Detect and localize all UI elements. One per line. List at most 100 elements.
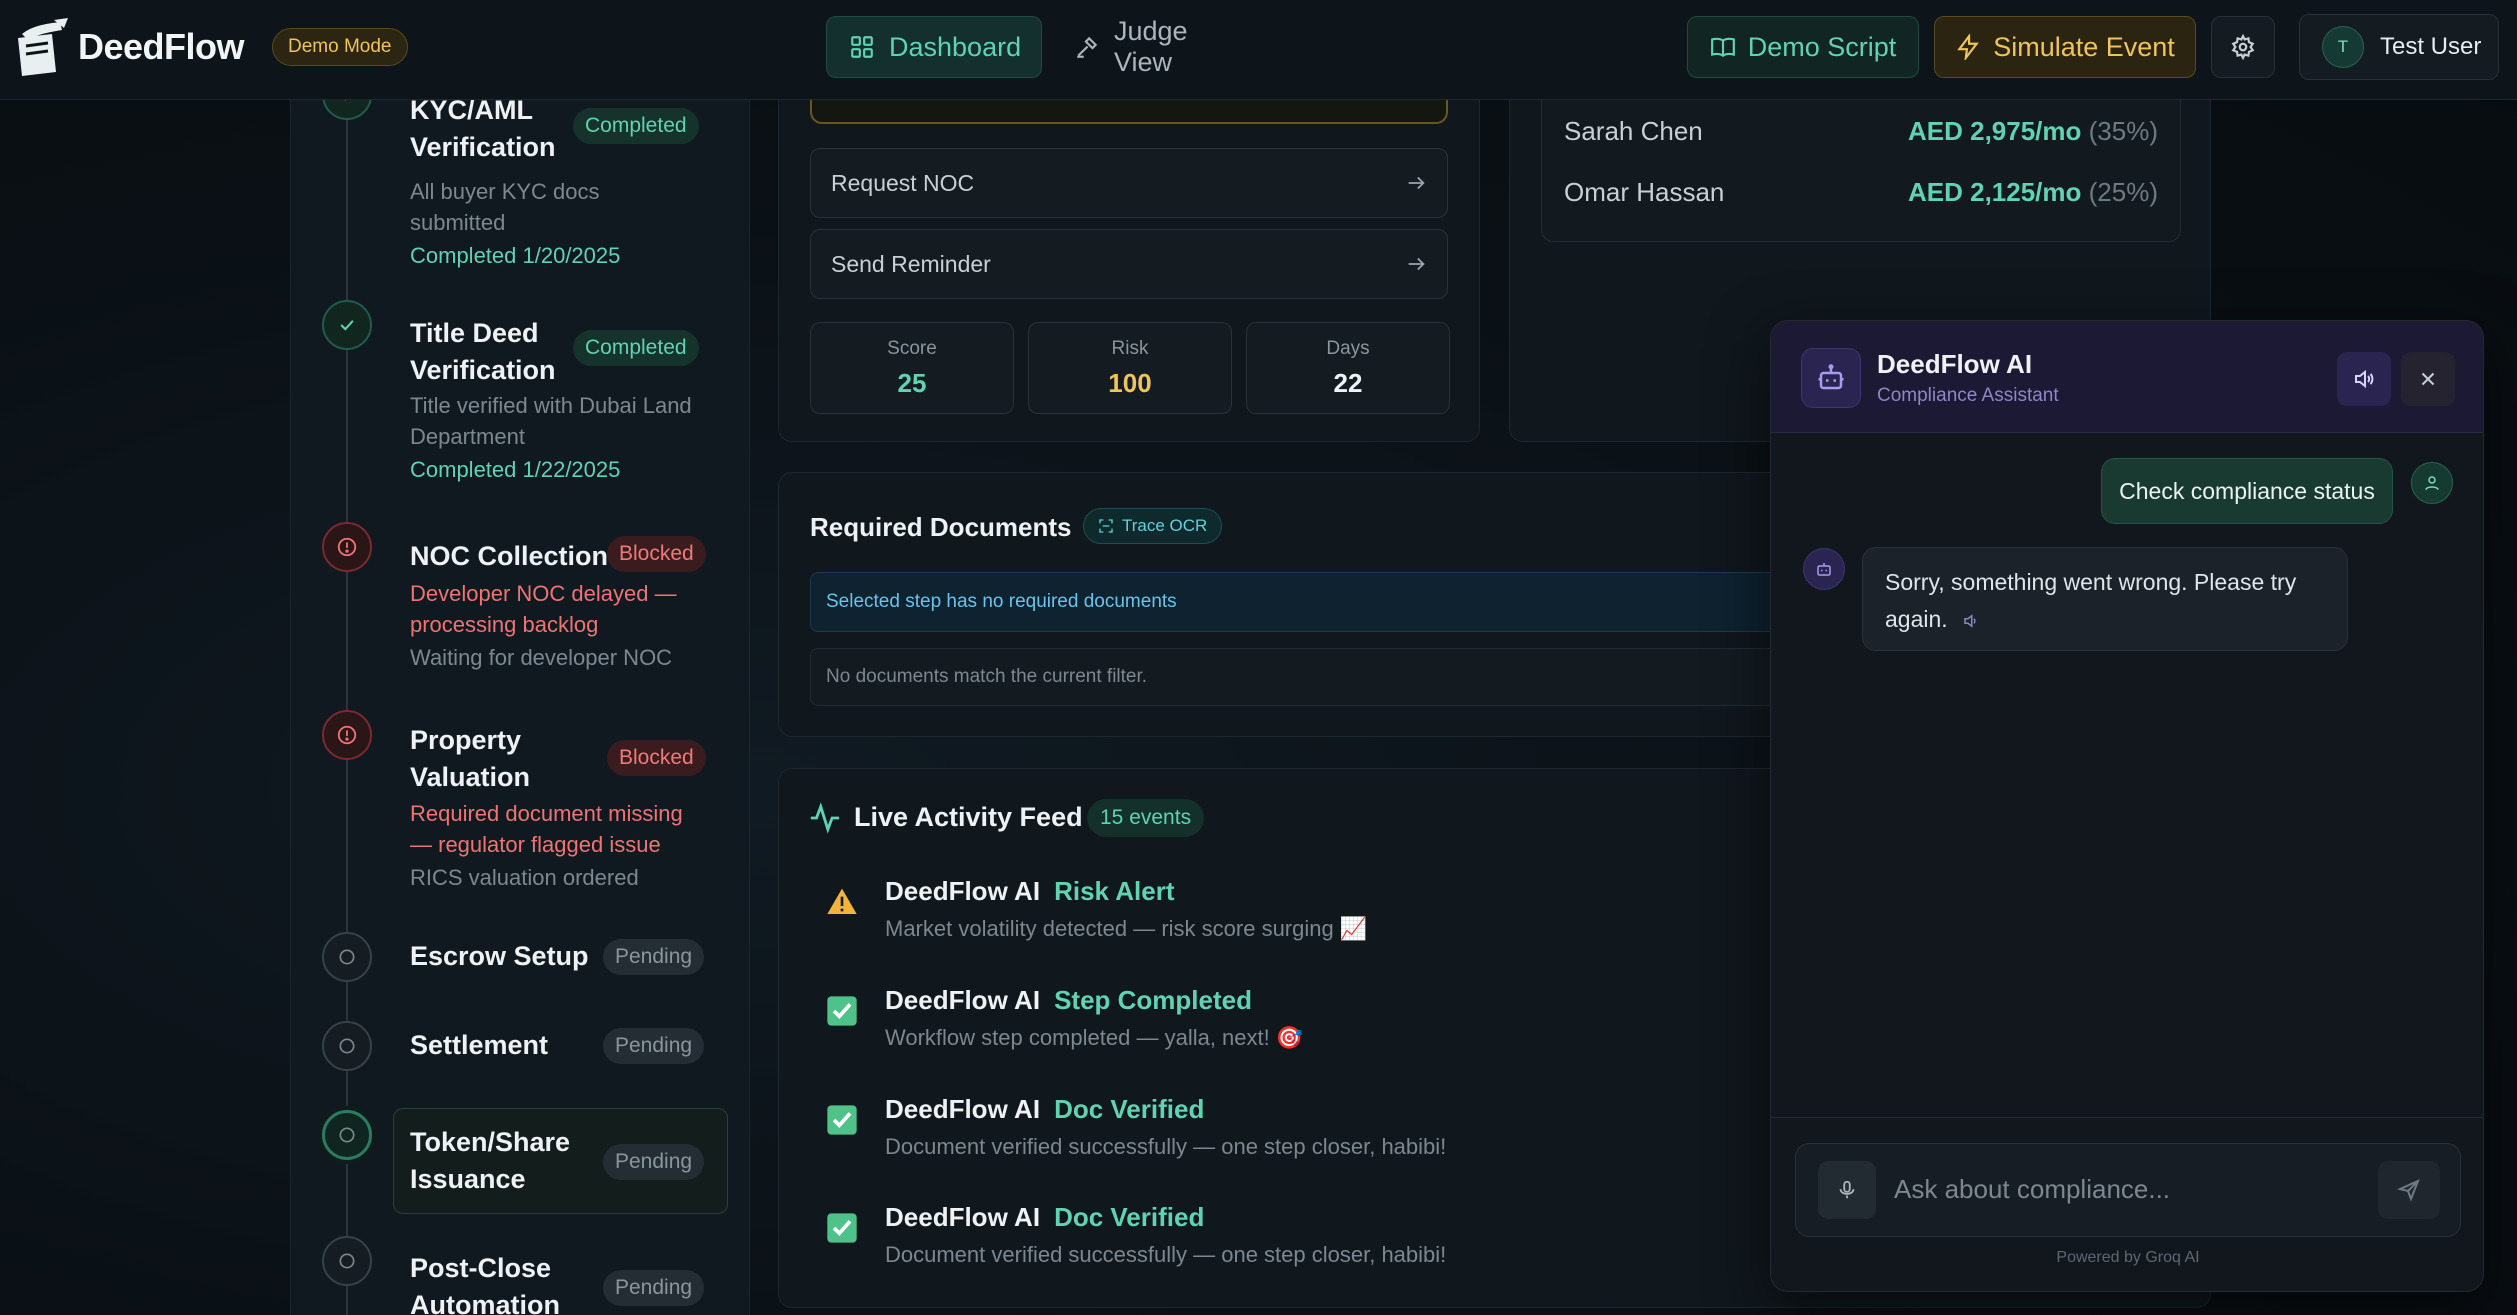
send-reminder-button[interactable]: Send Reminder [810, 229, 1448, 299]
status-badge: Completed [573, 108, 699, 144]
stat-risk: Risk 100 [1028, 322, 1232, 414]
arrow-right-icon [1405, 172, 1427, 194]
chat-input-bar: Ask about compliance... [1795, 1143, 2461, 1237]
stat-label: Days [1326, 338, 1370, 359]
holder-name: Sarah Chen [1564, 116, 1703, 146]
holder-row: Omar Hassan AED 2,125/mo (25%) [1564, 177, 2158, 208]
gavel-icon [1074, 34, 1100, 60]
lightning-icon [1955, 34, 1981, 60]
status-badge: Pending [603, 939, 705, 975]
chat-input[interactable]: Ask about compliance... [1894, 1174, 2170, 1205]
pending-circle-icon [322, 1110, 372, 1160]
event-description: Workflow step completed — yalla, next! 🎯 [885, 1025, 1304, 1050]
event-heading: DeedFlow AI Doc Verified [885, 1202, 1205, 1232]
event-count-badge: 15 events [1087, 799, 1205, 837]
step-completed-date: Completed 1/22/2025 [410, 457, 621, 482]
simulate-event-button[interactable]: Simulate Event [1934, 16, 2196, 78]
request-noc-button[interactable]: Request NOC [810, 148, 1448, 218]
trace-ocr-label: Trace OCR [1122, 516, 1208, 535]
step-alert: Required document missing — regulator fl… [410, 801, 683, 857]
send-icon [2397, 1178, 2421, 1202]
user-avatar-icon [2411, 462, 2453, 504]
demo-script-button[interactable]: Demo Script [1687, 16, 1919, 78]
step-title: Settlement [410, 1030, 549, 1060]
close-chat-button[interactable] [2401, 352, 2455, 406]
step-alert: Developer NOC delayed — processing backl… [410, 581, 677, 637]
bot-message-bubble: Sorry, something went wrong. Please try … [1862, 547, 2348, 651]
simulate-event-label: Simulate Event [1993, 31, 2175, 62]
nav-judge-view-tab[interactable]: Judge View [1052, 16, 1262, 78]
alert-circle-icon [322, 710, 372, 760]
nav-dashboard-label: Dashboard [889, 31, 1022, 62]
settings-button[interactable] [2211, 16, 2275, 78]
speaker-icon [2352, 367, 2376, 391]
deedflow-logo-icon[interactable] [8, 16, 72, 80]
demo-mode-badge: Demo Mode [272, 28, 408, 66]
user-message-bubble: Check compliance status [2101, 458, 2393, 524]
send-button[interactable] [2378, 1161, 2440, 1219]
workflow-timeline: KYC/AML Verification Completed All buyer… [290, 70, 750, 1315]
grid-icon [849, 34, 875, 60]
event-description: Document verified successfully — one ste… [885, 1242, 1447, 1267]
chat-subtitle: Compliance Assistant [1877, 385, 2059, 406]
step-title: Post-Close Automation [410, 1253, 560, 1315]
holder-name: Omar Hassan [1564, 177, 1725, 207]
gear-icon [2230, 34, 2256, 60]
check-icon [322, 300, 372, 350]
request-noc-label: Request NOC [831, 169, 975, 196]
status-badge: Pending [603, 1270, 705, 1306]
nav-dashboard-tab[interactable]: Dashboard [826, 16, 1042, 78]
ai-chat-panel: DeedFlow AI Compliance Assistant Check c… [1770, 320, 2484, 1292]
pending-circle-icon [322, 1236, 372, 1286]
alert-circle-icon [322, 522, 372, 572]
brand-name: DeedFlow [78, 26, 245, 67]
close-icon [2417, 368, 2439, 390]
check-icon [826, 1104, 858, 1136]
avatar: T [2322, 26, 2364, 68]
top-bar: DeedFlow Demo Mode Dashboard Judge View … [0, 0, 2517, 100]
chat-title: DeedFlow AI [1877, 349, 2033, 379]
user-menu[interactable]: T Test User [2299, 14, 2499, 80]
microphone-button[interactable] [1818, 1161, 1876, 1219]
warning-icon [826, 886, 858, 918]
step-completed-date: Completed 1/20/2025 [410, 243, 621, 268]
holder-payout: AED 2,975/mo (35%) [1908, 116, 2158, 146]
holder-row: Sarah Chen AED 2,975/mo (35%) [1564, 116, 2158, 147]
step-title: Property Valuation [410, 725, 531, 792]
speaker-icon[interactable] [1962, 612, 1980, 630]
bot-message-text: Sorry, something went wrong. Please try … [1885, 569, 2297, 632]
section-title: Required Documents [810, 512, 1072, 542]
stat-days: Days 22 [1246, 322, 1450, 414]
check-icon [826, 1212, 858, 1244]
step-note: Title verified with Dubai Land Departmen… [410, 393, 692, 449]
pending-circle-icon [322, 932, 372, 982]
step-title: KYC/AML Verification [410, 95, 556, 162]
microphone-icon [1836, 1179, 1858, 1201]
step-note: All buyer KYC docs submitted [410, 179, 600, 235]
event-heading: DeedFlow AI Doc Verified [885, 1094, 1205, 1124]
step-note: Waiting for developer NOC [410, 645, 673, 670]
status-badge: Pending [603, 1028, 705, 1064]
activity-pulse-icon [808, 801, 842, 835]
voice-toggle-button[interactable] [2337, 352, 2391, 406]
chat-header: DeedFlow AI Compliance Assistant [1771, 321, 2483, 433]
section-title: Live Activity Feed [854, 802, 1083, 832]
step-title: Escrow Setup [410, 941, 589, 971]
user-name: Test User [2380, 33, 2482, 60]
status-badge: Completed [573, 330, 699, 366]
trace-ocr-button[interactable]: Trace OCR [1083, 508, 1223, 544]
pending-circle-icon [322, 1021, 372, 1071]
bot-avatar-icon [1803, 548, 1845, 590]
send-reminder-label: Send Reminder [831, 250, 991, 277]
event-heading: DeedFlow AI Risk Alert [885, 876, 1175, 906]
event-description: Document verified successfully — one ste… [885, 1134, 1447, 1159]
stat-value: 22 [1333, 368, 1363, 398]
event-heading: DeedFlow AI Step Completed [885, 985, 1252, 1015]
scan-icon [1098, 518, 1114, 534]
stat-label: Score [887, 338, 937, 359]
event-description: Market volatility detected — risk score … [885, 916, 1368, 941]
step-title: Token/Share Issuance [410, 1127, 571, 1194]
step-note: RICS valuation ordered [410, 865, 639, 890]
step-title: NOC Collection [410, 541, 609, 571]
stat-score: Score 25 [810, 322, 1014, 414]
